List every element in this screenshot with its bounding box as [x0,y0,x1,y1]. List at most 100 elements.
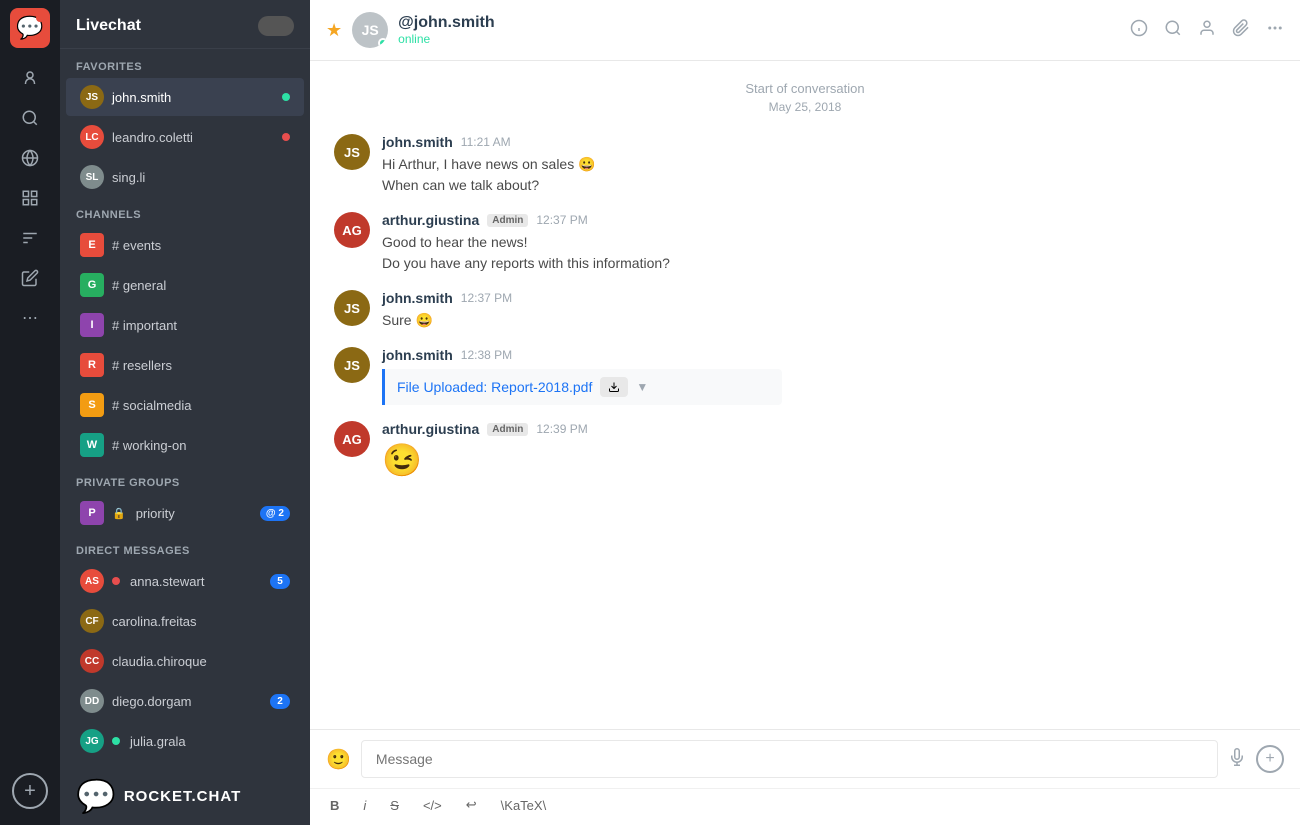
sidebar-item-john-smith[interactable]: JS john.smith [66,78,304,116]
latex-button[interactable]: \KaTeX\ [497,796,551,815]
strikethrough-button[interactable]: S [386,796,403,815]
sidebar-item-label: sing.li [112,170,290,185]
file-upload-block: File Uploaded: Report-2018.pdf ▼ [382,369,782,405]
livechat-toggle[interactable] [258,16,294,36]
message-text: Hi Arthur, I have news on sales 😀 [382,154,1276,175]
sidebar-item-julia[interactable]: JG julia.grala [66,722,304,760]
add-button[interactable]: + [12,773,48,809]
quote-button[interactable]: ↩ [462,795,481,815]
sidebar-item-important[interactable]: I # important [66,306,304,344]
message-content: arthur.giustina Admin 12:39 PM 😉 [382,421,1276,479]
sidebar: Livechat Favorites JS john.smith LC lean… [60,0,310,825]
info-icon[interactable] [1130,19,1148,42]
message-avatar: JS [334,134,370,170]
avatar: JG [80,729,104,753]
sidebar-header: Livechat [60,0,310,49]
code-button[interactable]: </> [419,796,446,815]
star-icon[interactable]: ★ [326,20,342,41]
main-chat: ★ JS @john.smith online [310,0,1300,825]
unread-badge: 2 [270,694,290,709]
message-group: JS john.smith 12:37 PM Sure 😀 [334,290,1276,331]
message-avatar: AG [334,421,370,457]
sidebar-item-leandro[interactable]: LC leandro.coletti [66,118,304,156]
sidebar-item-label: # important [112,318,290,333]
lock-icon: 🔒 [112,507,126,520]
attach-icon[interactable] [1232,19,1250,42]
edit-icon[interactable] [12,260,48,296]
file-name: File Uploaded: Report-2018.pdf [397,379,592,395]
file-download-button[interactable] [600,377,628,397]
sidebar-item-resellers[interactable]: R # resellers [66,346,304,384]
sidebar-item-events[interactable]: E # events [66,226,304,264]
channel-icon: W [80,433,104,457]
chevron-down-icon[interactable]: ▼ [636,380,648,394]
sidebar-item-singli[interactable]: SL sing.li [66,158,304,196]
message-avatar: AG [334,212,370,248]
sidebar-item-label: # working-on [112,438,290,453]
conversation-date: May 25, 2018 [334,100,1276,114]
sidebar-item-label: leandro.coletti [112,130,274,145]
sidebar-item-priority[interactable]: P 🔒 priority @ 2 [66,494,304,532]
rocket-chat-logo: 💬 ROCKET.CHAT [76,777,241,815]
unread-badge: 5 [270,574,290,589]
message-author: arthur.giustina [382,212,479,228]
globe-icon[interactable] [12,140,48,176]
sidebar-item-claudia[interactable]: CC claudia.chiroque [66,642,304,680]
sidebar-item-anna-stewart[interactable]: AS anna.stewart 5 [66,562,304,600]
search-header-icon[interactable] [1164,19,1182,42]
sidebar-item-general[interactable]: G # general [66,266,304,304]
message-header: john.smith 12:37 PM [382,290,1276,306]
notification-dot [36,14,44,22]
avatar: SL [80,165,104,189]
add-content-button[interactable]: + [1256,745,1284,773]
avatar: JS [80,85,104,109]
sidebar-item-diego[interactable]: DD diego.dorgam 2 [66,682,304,720]
chat-status: online [398,32,1120,46]
message-text: Do you have any reports with this inform… [382,253,1276,274]
sidebar-item-label: julia.grala [130,734,290,749]
app-icon[interactable]: 💬 [10,8,50,48]
sort-icon[interactable] [12,220,48,256]
message-input-row: 🙂 + [310,730,1300,788]
message-content: arthur.giustina Admin 12:37 PM Good to h… [382,212,1276,274]
more-icon[interactable]: ⋯ [12,300,48,336]
admin-badge: Admin [487,214,528,227]
sidebar-item-label: john.smith [112,90,274,105]
icon-bar: 💬 ⋯ + [0,0,60,825]
rocket-chat-label: ROCKET.CHAT [124,788,241,805]
status-dot-offline [282,133,290,141]
sidebar-item-label: # resellers [112,358,290,373]
channel-icon: I [80,313,104,337]
sidebar-item-carolina[interactable]: CF carolina.freitas [66,602,304,640]
emoji-picker-button[interactable]: 🙂 [326,747,351,772]
message-header: john.smith 12:38 PM [382,347,1276,363]
chat-messages: Start of conversation May 25, 2018 JS jo… [310,61,1300,729]
search-icon[interactable] [12,100,48,136]
avatar: LC [80,125,104,149]
grid-icon[interactable] [12,180,48,216]
message-time: 12:38 PM [461,348,512,362]
admin-badge: Admin [487,423,528,436]
home-icon[interactable] [12,60,48,96]
bold-button[interactable]: B [326,796,343,815]
sidebar-item-working-on[interactable]: W # working-on [66,426,304,464]
sidebar-title: Livechat [76,17,141,35]
member-icon[interactable] [1198,19,1216,42]
status-dot [112,737,120,745]
sidebar-item-label: priority [136,506,252,521]
avatar: CF [80,609,104,633]
rocket-icon: 💬 [76,777,116,815]
section-direct-messages: Direct Messages [60,533,310,561]
online-status-dot [378,38,388,48]
audio-button[interactable] [1228,748,1246,771]
message-content: john.smith 12:38 PM File Uploaded: Repor… [382,347,1276,405]
sidebar-footer: 💬 ROCKET.CHAT [60,761,310,825]
sidebar-item-label: # socialmedia [112,398,290,413]
message-input[interactable] [361,740,1218,778]
section-private-groups: Private Groups [60,465,310,493]
channel-icon: R [80,353,104,377]
sidebar-item-socialmedia[interactable]: S # socialmedia [66,386,304,424]
chat-header: ★ JS @john.smith online [310,0,1300,61]
more-options-icon[interactable] [1266,19,1284,42]
italic-button[interactable]: i [359,796,370,815]
